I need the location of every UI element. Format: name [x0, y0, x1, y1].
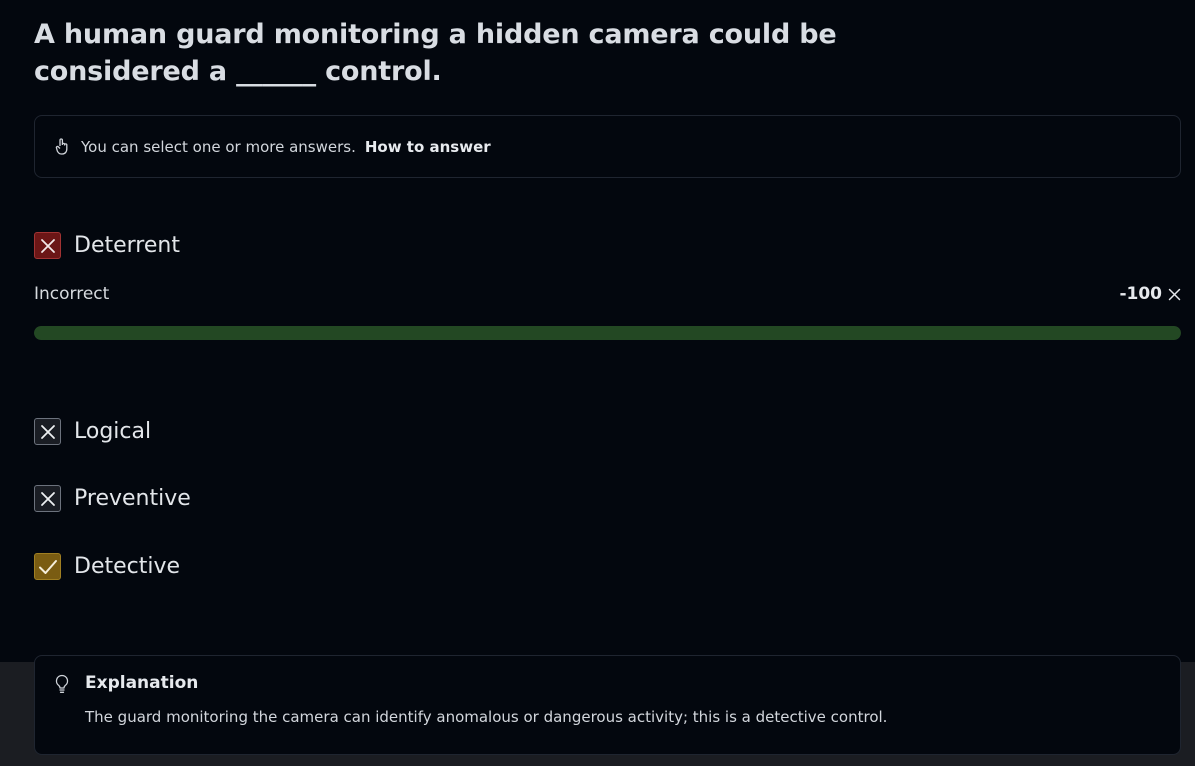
explanation-text: The guard monitoring the camera can iden…	[85, 708, 888, 726]
option-label: Preventive	[74, 486, 191, 511]
hint-text: You can select one or more answers.	[81, 137, 356, 156]
hint-box: You can select one or more answers. How …	[34, 115, 1181, 178]
score-value: -100	[1119, 284, 1162, 304]
checkbox-incorrect[interactable]	[34, 418, 61, 445]
option-preventive[interactable]: Preventive	[34, 485, 191, 512]
x-mark-icon	[40, 424, 55, 439]
progress-fill	[34, 326, 1181, 340]
result-label: Incorrect	[34, 284, 110, 304]
question-text: A human guard monitoring a hidden camera…	[34, 19, 837, 87]
lightbulb-icon	[55, 674, 69, 698]
option-deterrent[interactable]: Deterrent	[34, 232, 180, 259]
x-mark-icon	[40, 238, 55, 253]
explanation-title: Explanation	[85, 673, 199, 693]
explanation-box: Explanation The guard monitoring the cam…	[34, 655, 1181, 755]
option-detective[interactable]: Detective	[34, 553, 180, 580]
checkbox-correct[interactable]	[34, 553, 61, 580]
option-label: Detective	[74, 554, 181, 579]
how-to-answer-link[interactable]: How to answer	[365, 138, 491, 156]
pointer-hand-icon	[55, 138, 71, 156]
option-logical[interactable]: Logical	[34, 418, 151, 445]
option-label: Logical	[74, 419, 152, 444]
score-display: -100	[1119, 284, 1181, 304]
x-mark-icon	[40, 491, 55, 506]
checkmark-icon	[38, 559, 57, 574]
option-label: Deterrent	[74, 233, 180, 258]
checkbox-incorrect[interactable]	[34, 232, 61, 259]
checkbox-incorrect[interactable]	[34, 485, 61, 512]
result-progress-bar	[34, 326, 1181, 340]
close-icon[interactable]	[1168, 288, 1181, 301]
